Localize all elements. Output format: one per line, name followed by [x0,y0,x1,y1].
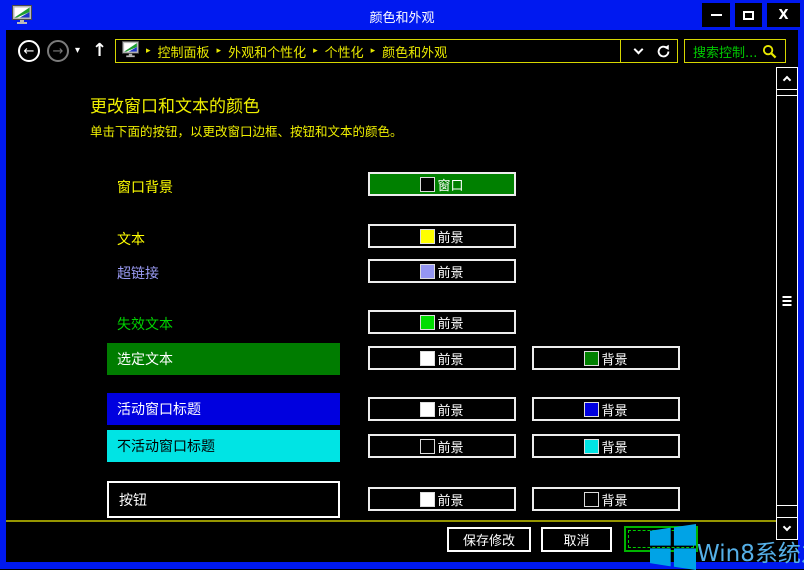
row-label-hyperlink: 超链接 [117,263,159,283]
text-foreground-color-button[interactable]: 前景 [368,224,516,248]
crumb-separator-icon: ▸ [217,46,222,56]
row-label-active-title: 活动窗口标题 [107,393,340,425]
active-title-background-color-button[interactable]: 背景 [532,397,680,421]
crumb-separator-icon: ▸ [371,46,376,56]
color-swatch [584,439,599,454]
hyperlink-foreground-color-button[interactable]: 前景 [368,259,516,283]
row-label-button: 按钮 [107,481,340,518]
content-separator [6,520,776,522]
crumb-separator-icon: ▸ [313,46,318,56]
row-label-text: 文本 [117,229,145,249]
color-swatch [420,492,435,507]
row-label-inactive-title: 不活动窗口标题 [107,430,340,462]
inactive-title-foreground-color-button[interactable]: 前景 [368,434,516,458]
up-button[interactable]: ↑ [92,40,107,61]
button-foreground-color-button[interactable]: 前景 [368,487,516,511]
row-label-window-background: 窗口背景 [117,177,173,197]
selected-text-foreground-color-button[interactable]: 前景 [368,346,516,370]
watermark-text: Win8系统之家 [697,534,804,568]
windows-logo-icon [650,524,696,570]
window-background-color-button[interactable]: 窗口 [368,172,516,196]
minimize-icon [711,14,722,16]
forward-button[interactable]: → [47,40,69,62]
save-changes-button[interactable]: 保存修改 [447,527,531,552]
address-dropdown-icon[interactable] [634,45,644,55]
window-border-right [798,30,804,569]
color-swatch [584,351,599,366]
breadcrumb-item-appearance[interactable]: 外观和个性化 [228,42,306,61]
color-button-label: 背景 [601,437,627,456]
color-button-label: 背景 [601,490,627,509]
color-button-label: 前景 [437,400,463,419]
active-title-foreground-color-button[interactable]: 前景 [368,397,516,421]
chevron-down-icon [783,523,791,531]
color-swatch [420,177,435,192]
display-icon [122,41,139,62]
color-button-label: 前景 [437,262,463,281]
chevron-up-icon [783,76,791,84]
breadcrumb-item-control-panel[interactable]: 控制面板 [158,42,210,61]
color-button-label: 前景 [437,437,463,456]
window-border-left [0,30,6,569]
grip-icon [783,296,792,306]
back-button[interactable]: ← [18,40,40,62]
color-swatch [420,351,435,366]
row-label-selected-text: 选定文本 [107,343,340,375]
color-button-label: 前景 [437,349,463,368]
inactive-title-background-color-button[interactable]: 背景 [532,434,680,458]
color-swatch [420,402,435,417]
forward-icon: → [53,44,64,59]
search-icon [762,44,777,59]
color-button-label: 背景 [601,349,627,368]
cancel-button[interactable]: 取消 [541,527,612,552]
search-placeholder: 搜索控制... [693,42,757,61]
scroll-thumb[interactable] [777,95,797,506]
page-title: 更改窗口和文本的颜色 [90,92,260,117]
close-button[interactable]: X [767,3,800,27]
title-bar: 颜色和外观 X [0,0,804,30]
breadcrumb-item-color-appearance[interactable]: 颜色和外观 [382,42,447,61]
breadcrumb: ▸ 控制面板 ▸ 外观和个性化 ▸ 个性化 ▸ 颜色和外观 [115,39,678,63]
maximize-icon [743,11,754,20]
breadcrumb-item-personalization[interactable]: 个性化 [325,42,364,61]
color-swatch [420,439,435,454]
disabled-text-foreground-color-button[interactable]: 前景 [368,310,516,334]
minimize-button[interactable] [702,3,730,27]
color-swatch [584,402,599,417]
selected-text-background-color-button[interactable]: 背景 [532,346,680,370]
search-input[interactable]: 搜索控制... [684,39,786,63]
refresh-icon [656,44,671,59]
page-subtitle: 单击下面的按钮，以更改窗口边框、按钮和文本的颜色。 [90,121,403,140]
divider [620,40,621,62]
color-button-label: 背景 [601,400,627,419]
color-button-label: 前景 [437,490,463,509]
color-button-label: 前景 [437,313,463,332]
scroll-up-button[interactable] [777,68,797,90]
scrollbar[interactable] [776,67,798,540]
color-swatch [584,492,599,507]
history-dropdown-icon[interactable]: ▾ [75,45,80,56]
row-label-disabled-text: 失效文本 [117,314,173,334]
maximize-button[interactable] [735,3,762,27]
crumb-separator-icon: ▸ [146,46,151,56]
color-button-label: 窗口 [437,175,463,194]
close-icon: X [778,8,788,23]
window-title: 颜色和外观 [0,7,804,26]
color-swatch [420,264,435,279]
color-swatch [420,315,435,330]
color-swatch [420,229,435,244]
refresh-button[interactable] [656,44,671,59]
button-background-color-button[interactable]: 背景 [532,487,680,511]
back-icon: ← [24,44,35,59]
color-button-label: 前景 [437,227,463,246]
